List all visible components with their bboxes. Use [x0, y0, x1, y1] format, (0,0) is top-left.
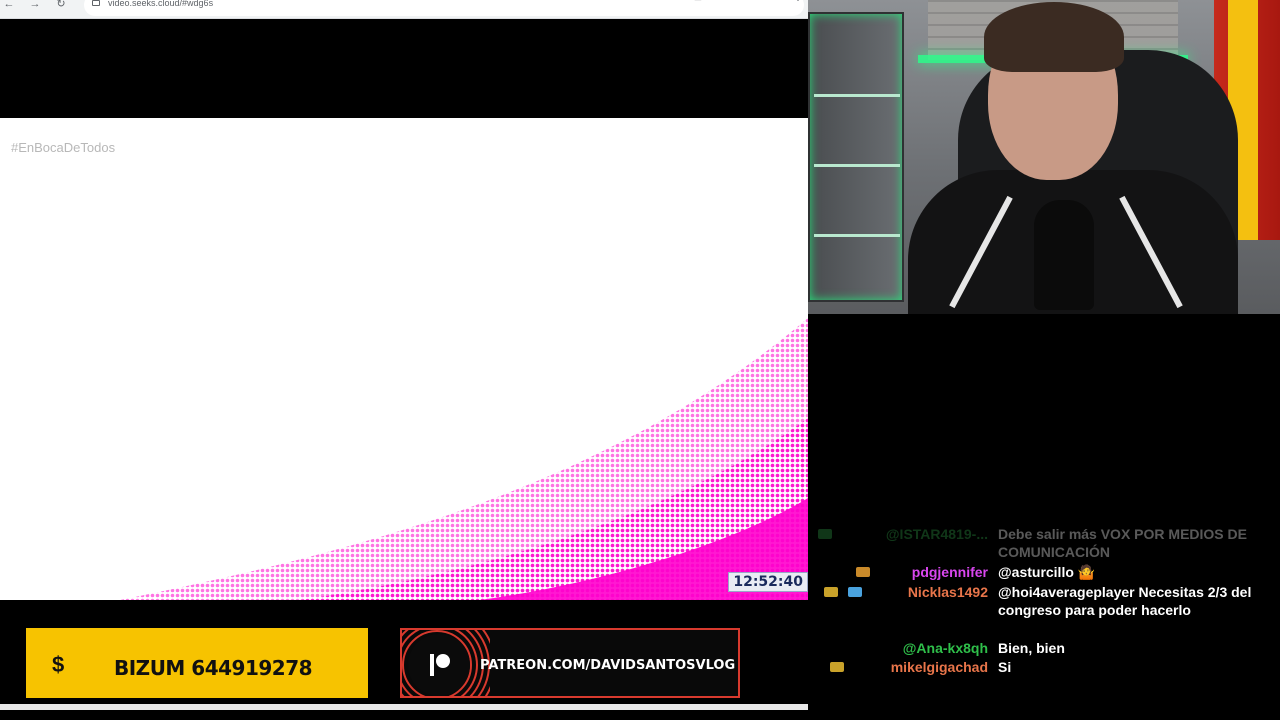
browser-toolbar: ← → ↻ video.seeks.cloud/#wdg6s ⊞ ☆ ⧉ ⋮: [0, 0, 808, 19]
chat-username: @ISTAR4819-...: [885, 526, 988, 542]
dollar-icon: $: [52, 652, 65, 677]
cabinet-shelf: [814, 234, 900, 237]
display-cabinet: [808, 12, 904, 302]
extensions-icon[interactable]: ⧉: [754, 0, 766, 4]
patreon-logo-icon: [408, 634, 470, 696]
mod-badge-icon: [824, 587, 838, 597]
forward-icon[interactable]: →: [28, 0, 42, 14]
bookmark-star-icon[interactable]: ☆: [716, 0, 728, 4]
mod-badge-icon: [856, 567, 870, 577]
site-info-icon[interactable]: [92, 0, 100, 6]
magenta-halftone-graphic: [120, 318, 808, 600]
patreon-banner: PATREON.COM/DAVIDSANTOSVLOG: [400, 628, 740, 698]
patreon-url: PATREON.COM/DAVIDSANTOSVLOG: [480, 658, 736, 673]
member-badge-icon: [848, 587, 862, 597]
chat-username: Nicklas1492: [907, 584, 988, 600]
chat-text: Si: [998, 659, 1012, 675]
menu-icon[interactable]: ⋮: [792, 0, 804, 4]
chat-text: Bien, bien: [998, 640, 1065, 656]
chat-username: @Ana-kx8qh: [902, 640, 988, 656]
chat-text: Debe salir más VOX POR MEDIOS DE COMUNIC…: [998, 526, 1247, 560]
back-icon[interactable]: ←: [2, 0, 16, 14]
cabinet-shelf: [814, 94, 900, 97]
streamer-hair: [984, 2, 1124, 72]
translate-icon[interactable]: ⊞: [692, 0, 704, 4]
chat-username: pdgjennifer: [911, 564, 988, 580]
reload-icon[interactable]: ↻: [54, 0, 68, 14]
chat-username: mikelgigachad: [890, 659, 988, 675]
member-badge-icon: [818, 529, 832, 539]
hashtag-label: #EnBocaDeTodos: [11, 140, 116, 155]
browser-capture: ← → ↻ video.seeks.cloud/#wdg6s ⊞ ☆ ⧉ ⋮: [0, 0, 808, 600]
bizum-banner: $ BIZUM 644919278: [26, 628, 368, 698]
url-text: video.seeks.cloud/#wdg6s: [108, 0, 214, 8]
stream-layout: ← → ↻ video.seeks.cloud/#wdg6s ⊞ ☆ ⧉ ⋮: [0, 0, 1280, 720]
cabinet-shelf: [814, 164, 900, 167]
broadcast-clock: 12:52:40: [728, 572, 808, 592]
address-bar[interactable]: video.seeks.cloud/#wdg6s ⊞ ☆ ⧉ ⋮: [84, 0, 804, 16]
donation-banners: $ BIZUM 644919278 PATREON.COM/DAVIDSANTO…: [0, 600, 808, 720]
divider: [0, 704, 808, 710]
chat-text: @asturcillo 🤷: [998, 564, 1096, 580]
chat-text: @hoi4averageplayer Necesitas 2/3 del con…: [998, 584, 1252, 618]
webcam-feed: [808, 0, 1280, 314]
live-chat: @ISTAR4819-... Debe salir más VOX POR ME…: [808, 520, 1280, 690]
bizum-number: BIZUM 644919278: [114, 656, 313, 680]
video-player[interactable]: #EnBocaDeTodos 12:52:40: [0, 118, 808, 600]
mod-badge-icon: [830, 662, 844, 672]
microphone: [1034, 200, 1094, 310]
letterbox-band: [0, 20, 808, 118]
